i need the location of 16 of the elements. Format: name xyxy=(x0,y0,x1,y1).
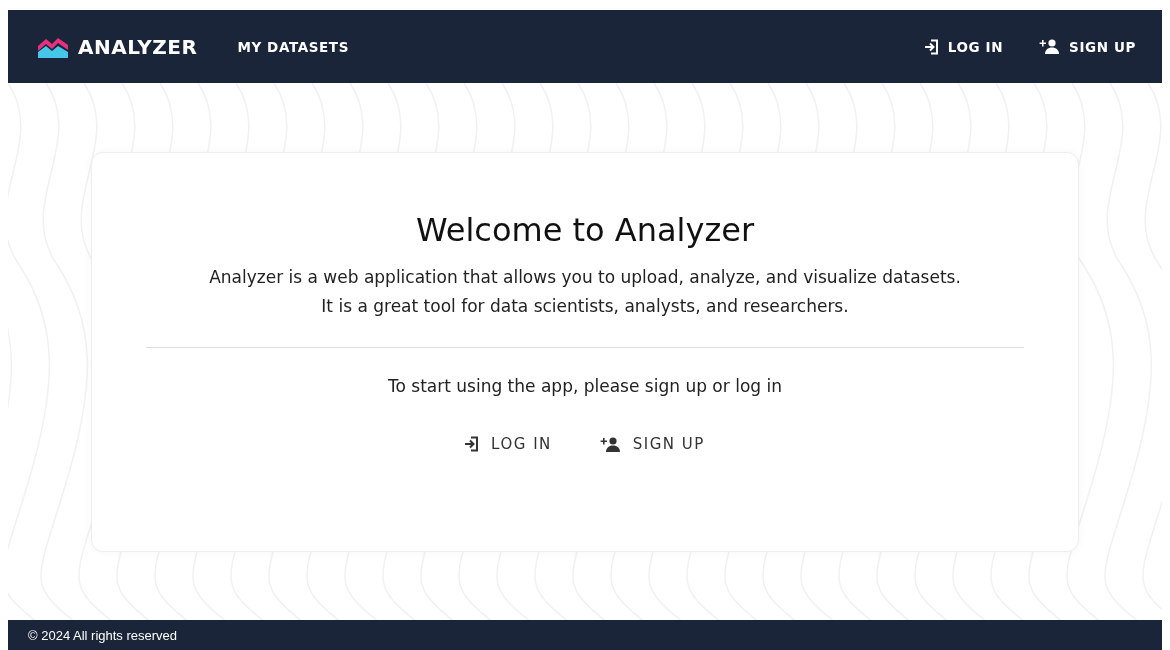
sign-up-link[interactable]: SIGN UP xyxy=(599,431,705,457)
description-text: Analyzer is a web application that allows you to upload, analyze, and visualize datasets. xyxy=(209,266,961,289)
log-in-link[interactable]: LOG IN xyxy=(916,32,1012,61)
brand-name: ANALYZER xyxy=(78,34,198,59)
nav-link[interactable]: MY DATASETS xyxy=(229,32,357,61)
welcome-title: Welcome to Analyzer xyxy=(415,211,755,249)
login-icon xyxy=(465,436,480,452)
copyright-text: © 2024 All rights reserved xyxy=(28,627,178,643)
login-icon xyxy=(924,38,939,55)
log-in-link[interactable]: LOG IN xyxy=(465,431,552,457)
description-text: It is a great tool for data scientists, analysts, and researchers. xyxy=(321,295,849,318)
sign-up-link[interactable]: SIGN UP xyxy=(1031,32,1144,61)
add-user-icon xyxy=(1039,39,1061,54)
prompt-text: To start using the app, please sign up or log in xyxy=(388,375,782,398)
logo-icon xyxy=(38,35,68,58)
add-user-icon xyxy=(599,436,621,452)
